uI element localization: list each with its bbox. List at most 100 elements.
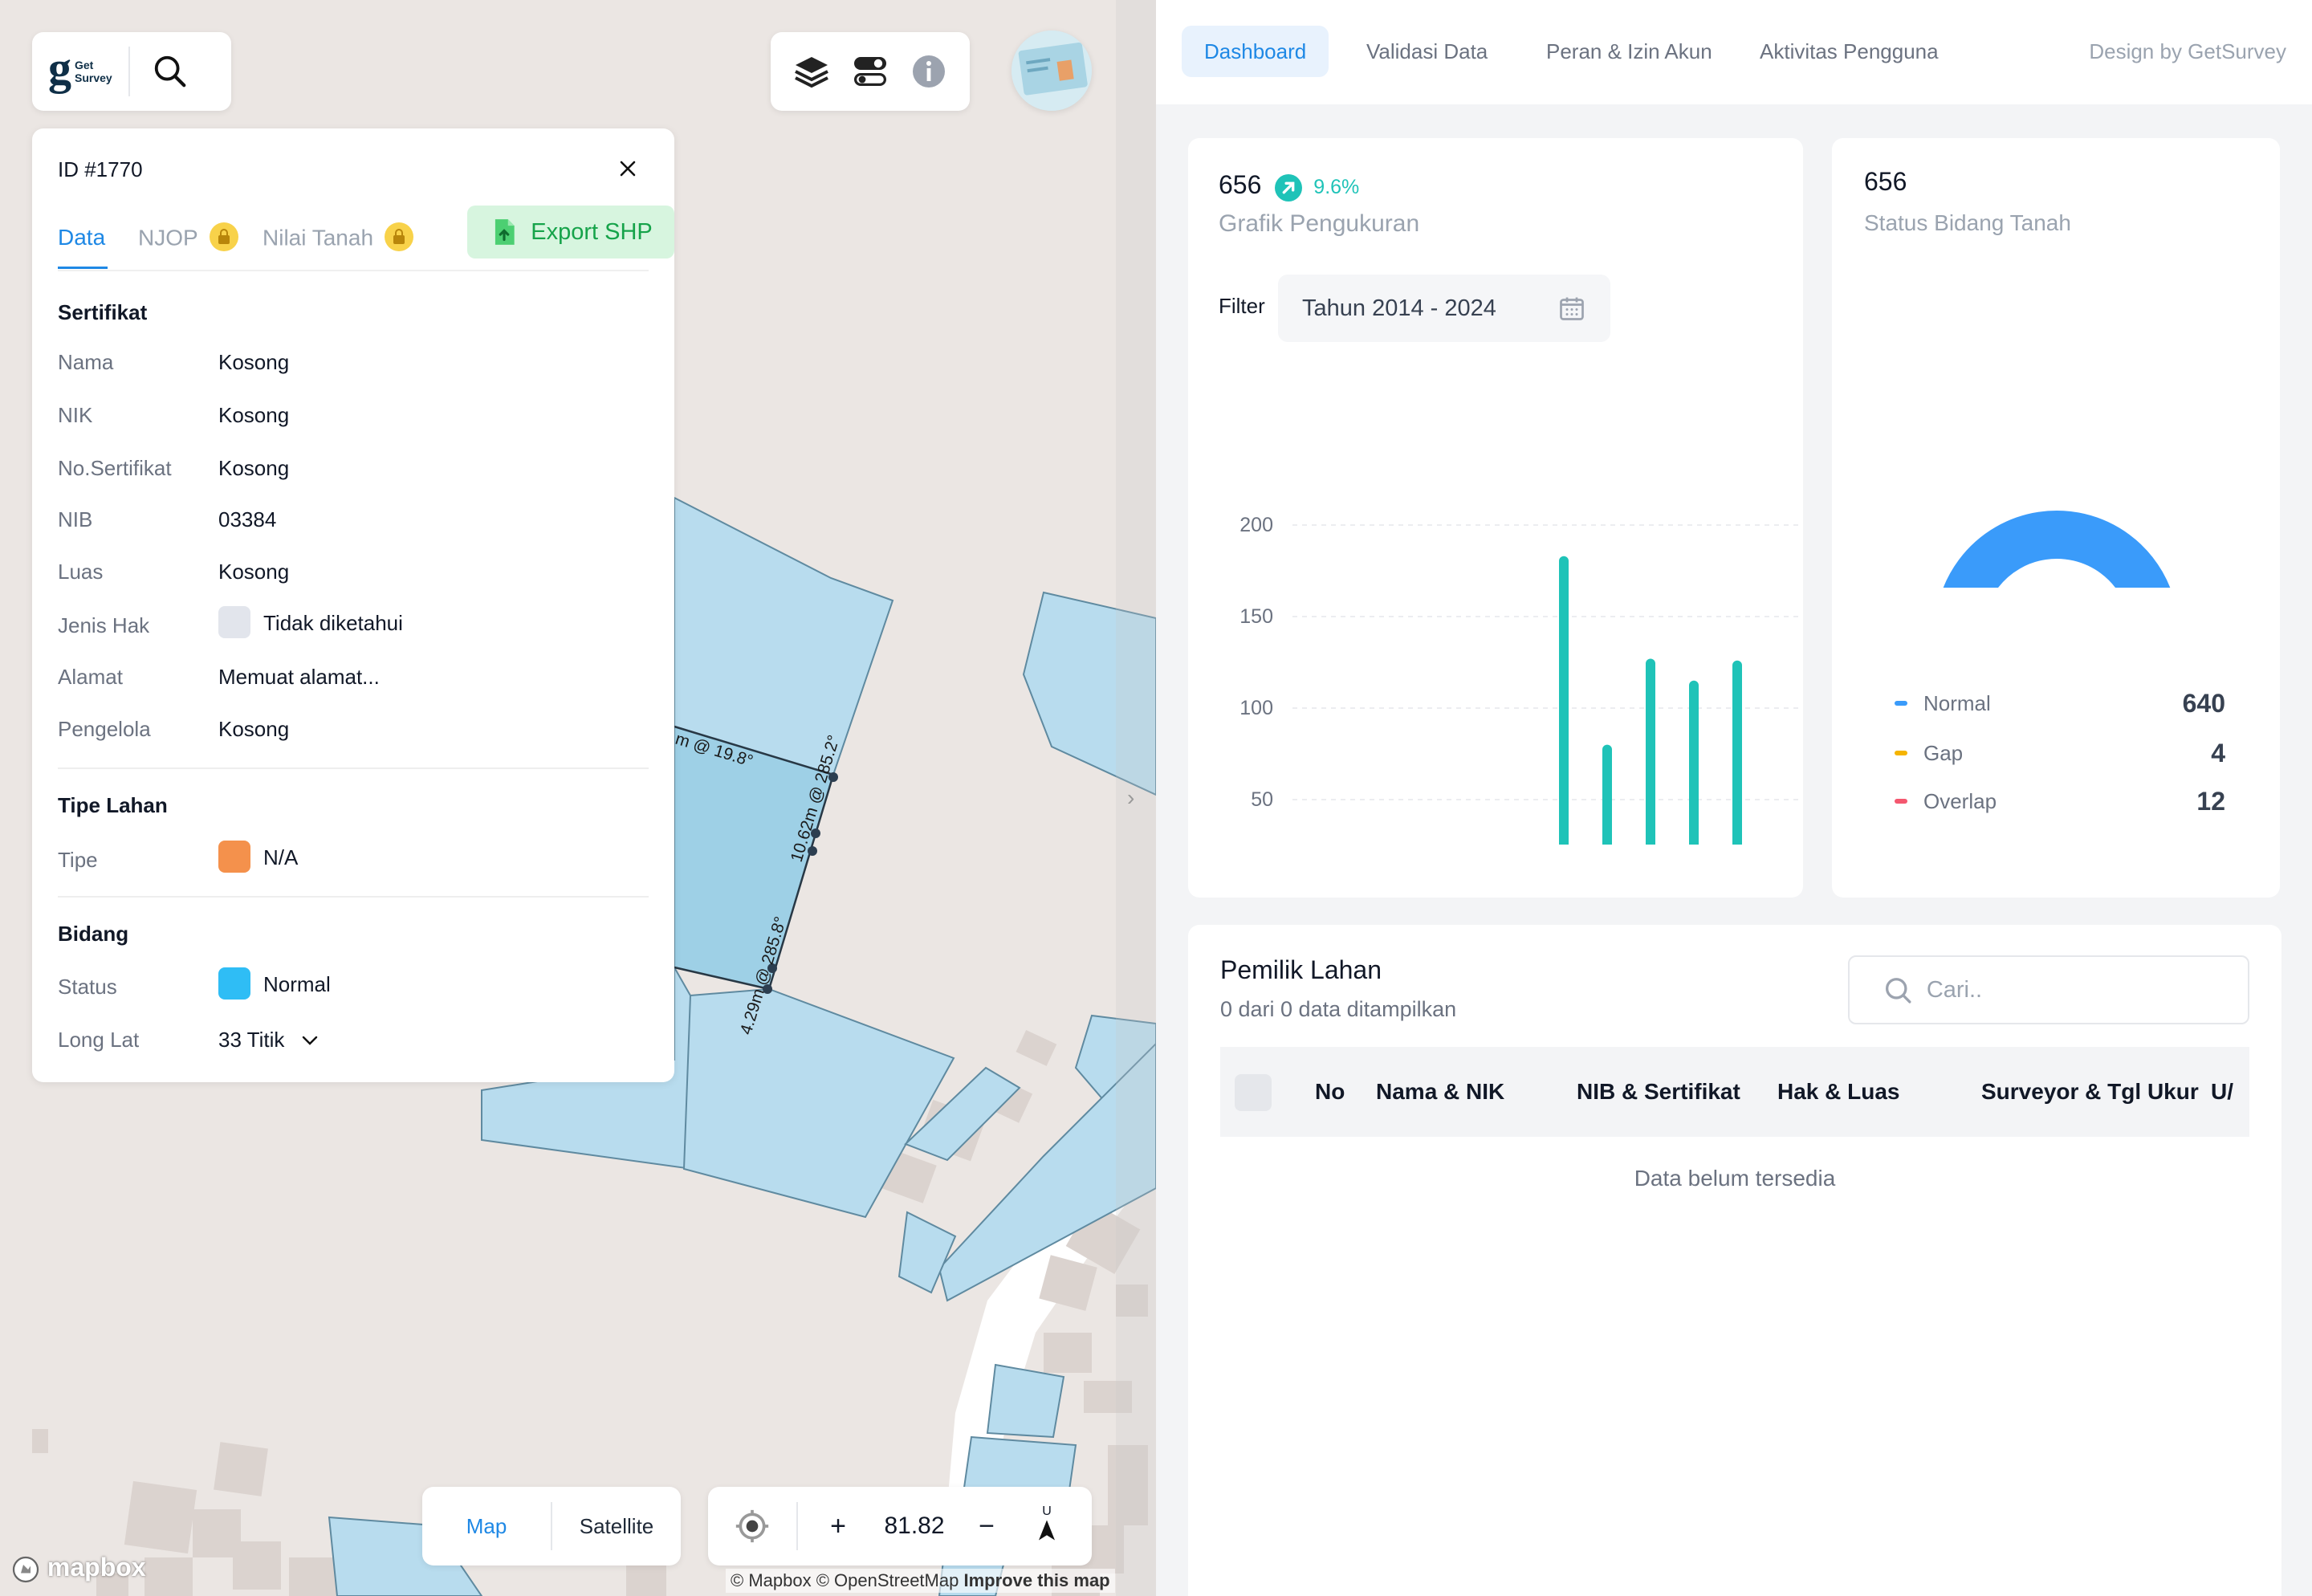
sertifikat-row-label: NIK [58, 403, 93, 427]
sertifikat-row-value: Kosong [218, 717, 290, 741]
sertifikat-row-label: Pengelola [58, 717, 151, 741]
parcel-info-panel: ID #1770 Data NJOP Nilai Tanah Export SH… [32, 128, 674, 1082]
col-nib-sertifikat[interactable]: NIB & Sertifikat [1577, 1079, 1740, 1105]
status-bidang-card: 656 Status Bidang Tanah Total656 Normal 6… [1832, 138, 2280, 898]
chevron-right-icon[interactable]: › [1127, 785, 1134, 811]
info-tabs: Data NJOP Nilai Tanah Export SHP [58, 206, 674, 271]
pemilik-search-input[interactable] [1924, 975, 2248, 1004]
bar-2020[interactable] [1559, 556, 1569, 845]
map-canvas[interactable]: m @ 19.8° 10.62m @ 285.2° 4.29m @ 285.8°… [0, 0, 1156, 1596]
arrow-up-right-icon [1282, 181, 1295, 194]
bar-2024[interactable] [1732, 660, 1742, 845]
pemilik-subtitle: 0 dari 0 data ditampilkan [1220, 997, 1457, 1021]
toggle-button[interactable] [848, 49, 893, 94]
attribution-text: © Mapbox © OpenStreetMap [731, 1570, 959, 1590]
locate-button[interactable] [708, 1508, 796, 1544]
zoom-in-button[interactable]: + [798, 1511, 878, 1542]
grafik-header: 656 9.6% [1219, 170, 1359, 204]
sertifikat-row-value: Kosong [218, 560, 290, 584]
tab-nilai-tanah[interactable]: Nilai Tanah [263, 222, 414, 254]
logo-text: Get Survey [75, 59, 112, 84]
grafik-count: 656 [1219, 170, 1262, 199]
layers-icon [794, 57, 828, 88]
export-shp-label: Export SHP [531, 218, 653, 245]
parcel-id: ID #1770 [58, 157, 143, 181]
bar-2022[interactable] [1646, 658, 1655, 845]
tab-data[interactable]: Data [58, 225, 105, 250]
legend-item-normal[interactable]: Normal 640 [1895, 687, 2225, 719]
jenis-hak-swatch [218, 606, 250, 638]
year-range-picker[interactable]: Tahun 2014 - 2024 [1278, 275, 1610, 342]
col-truncated[interactable]: U/ [2211, 1079, 2233, 1105]
section-tipe-lahan-title: Tipe Lahan [58, 793, 168, 817]
legend-value: 4 [2211, 738, 2225, 767]
year-range-value: Tahun 2014 - 2024 [1302, 295, 1496, 321]
status-label: Status [58, 975, 117, 999]
tipe-value: N/A [218, 841, 298, 875]
bar-2023[interactable] [1689, 680, 1699, 845]
info-button[interactable] [906, 49, 951, 94]
export-shp-button[interactable]: Export SHP [467, 206, 674, 259]
grafik-pengukuran-card: 656 9.6% Grafik Pengukuran Filter Tahun … [1188, 138, 1803, 898]
compass-north-label: U [1042, 1504, 1052, 1518]
pemilik-search[interactable] [1848, 955, 2249, 1024]
legend-dot [1895, 751, 1907, 755]
select-all-checkbox[interactable] [1235, 1074, 1272, 1111]
file-export-icon [495, 219, 515, 245]
sertifikat-row-value: Kosong [218, 403, 290, 427]
status-value: Normal [218, 967, 331, 1002]
mapbox-logo-text: mapbox [47, 1553, 146, 1582]
calendar-icon [1560, 297, 1584, 320]
improve-map-link[interactable]: Improve this map [963, 1570, 1109, 1590]
bar-2021[interactable] [1602, 744, 1612, 845]
nav-dashboard[interactable]: Dashboard [1182, 26, 1329, 77]
tipe-label: Tipe [58, 848, 98, 872]
col-no[interactable]: No [1315, 1079, 1345, 1105]
y-tick-label: 150 [1239, 605, 1273, 628]
mapbox-logo[interactable]: mapbox [11, 1553, 146, 1584]
legend-value: 12 [2196, 786, 2225, 816]
top-navigation: Dashboard Validasi Data Peran & Izin Aku… [1156, 0, 2312, 104]
nav-aktivitas-pengguna[interactable]: Aktivitas Pengguna [1737, 26, 1961, 77]
compass-button[interactable]: U [1023, 1505, 1071, 1542]
user-avatar-image [1012, 31, 1092, 111]
bar-chart: 0501001502002014201520162017201820192020… [1239, 514, 1801, 845]
sertifikat-row-label: No.Sertifikat [58, 456, 172, 480]
divider [58, 896, 649, 898]
sertifikat-row-value: Kosong [218, 456, 290, 480]
legend-name: Gap [1923, 740, 1964, 765]
nav-peran-izin-akun[interactable]: Peran & Izin Akun [1524, 26, 1735, 77]
status-title: Status Bidang Tanah [1864, 210, 2071, 235]
trend-up-icon [1274, 173, 1302, 202]
zoom-out-button[interactable]: − [950, 1511, 1023, 1542]
tab-njop-label: NJOP [138, 225, 198, 250]
status-count: 656 [1864, 167, 1907, 196]
legend-value: 640 [2182, 688, 2225, 718]
donut-slice-normal[interactable] [1935, 511, 2179, 588]
jenis-hak-text: Tidak diketahui [263, 610, 403, 635]
section-sertifikat-title: Sertifikat [58, 300, 148, 324]
avatar[interactable] [1012, 31, 1092, 111]
tipe-color-swatch [218, 841, 250, 873]
search-button[interactable] [151, 52, 189, 91]
longlat-dropdown[interactable]: 33 Titik [218, 1028, 320, 1052]
getsurvey-logo: g Get Survey [48, 45, 112, 92]
tab-nilai-tanah-label: Nilai Tanah [263, 225, 374, 250]
sertifikat-row-label: Alamat [58, 665, 123, 689]
divider [128, 47, 130, 96]
col-nama-nik[interactable]: Nama & NIK [1376, 1079, 1504, 1105]
longlat-label: Long Lat [58, 1028, 140, 1052]
legend-item-overlap[interactable]: Overlap 12 [1895, 785, 2225, 817]
y-tick-label: 200 [1239, 514, 1273, 536]
pemilik-lahan-card: Pemilik Lahan 0 dari 0 data ditampilkan … [1188, 925, 2281, 1596]
legend-item-gap[interactable]: Gap 4 [1895, 737, 2225, 769]
satellite-mode-button[interactable]: Satellite [552, 1514, 681, 1539]
layers-button[interactable] [789, 49, 834, 94]
col-hak-luas[interactable]: Hak & Luas [1777, 1079, 1900, 1105]
nav-validasi-data[interactable]: Validasi Data [1344, 26, 1510, 77]
map-mode-button[interactable]: Map [422, 1514, 551, 1539]
close-button[interactable] [618, 157, 637, 185]
col-surveyor-tgl[interactable]: Surveyor & Tgl Ukur [1981, 1079, 2199, 1105]
search-icon [154, 55, 186, 88]
tab-njop[interactable]: NJOP [138, 222, 238, 254]
